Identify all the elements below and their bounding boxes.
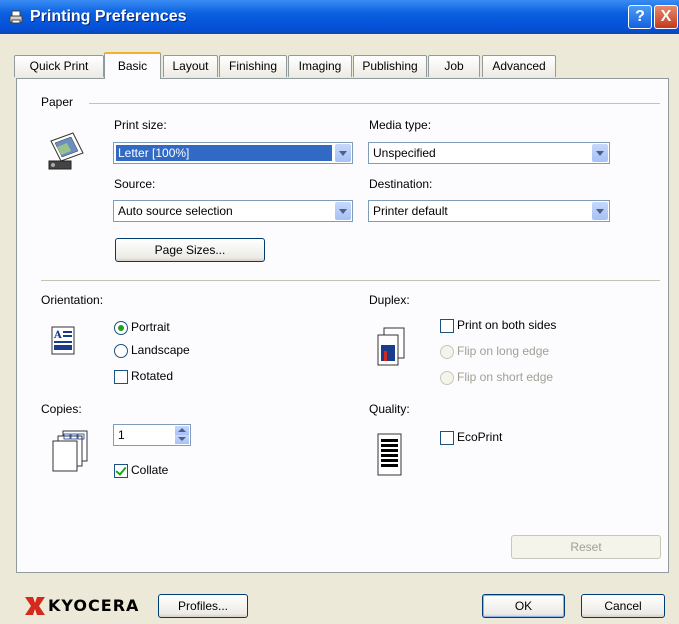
flip-short-edge-label[interactable]: Flip on short edge xyxy=(457,370,553,384)
copies-group-label: Copies: xyxy=(41,402,82,416)
media-type-value: Unspecified xyxy=(373,146,436,160)
copies-value[interactable]: 1 xyxy=(118,428,125,442)
tab-publishing[interactable]: Publishing xyxy=(353,55,427,77)
printing-preferences-dialog: Printing Preferences ? X Quick Print Bas… xyxy=(0,0,679,624)
collate-label[interactable]: Collate xyxy=(131,463,168,477)
tab-basic[interactable]: Basic xyxy=(104,52,161,79)
ecoprint-label[interactable]: EcoPrint xyxy=(457,430,502,444)
duplex-group-label: Duplex: xyxy=(369,293,410,307)
rotated-checkbox[interactable] xyxy=(114,370,128,384)
ecoprint-checkbox[interactable] xyxy=(440,431,454,445)
page-sizes-button[interactable]: Page Sizes... xyxy=(115,238,265,262)
reset-button[interactable]: Reset xyxy=(511,535,661,559)
spin-up-icon[interactable] xyxy=(175,426,189,435)
tab-finishing[interactable]: Finishing xyxy=(219,55,287,77)
chevron-down-icon[interactable] xyxy=(592,202,608,220)
portrait-radio[interactable] xyxy=(114,321,128,335)
kyocera-logo-icon xyxy=(25,597,45,615)
destination-value: Printer default xyxy=(373,204,448,218)
help-button[interactable]: ? xyxy=(628,5,652,29)
source-dropdown[interactable]: Auto source selection xyxy=(113,200,353,222)
landscape-radio[interactable] xyxy=(114,344,128,358)
paper-group-label: Paper xyxy=(41,95,74,109)
printer-icon xyxy=(9,10,23,24)
duplex-icon xyxy=(377,327,405,366)
window-title: Printing Preferences xyxy=(30,8,187,25)
quality-group-label: Quality: xyxy=(369,402,410,416)
spin-down-icon[interactable] xyxy=(175,435,189,444)
print-size-value: Letter [100%] xyxy=(116,145,332,161)
collate-checkbox[interactable] xyxy=(114,464,128,478)
print-both-sides-checkbox[interactable] xyxy=(440,319,454,333)
destination-dropdown[interactable]: Printer default xyxy=(368,200,610,222)
svg-text:A: A xyxy=(53,330,62,341)
landscape-label[interactable]: Landscape xyxy=(131,343,190,357)
ok-button[interactable]: OK xyxy=(482,594,565,618)
chevron-down-icon[interactable] xyxy=(335,144,351,162)
paper-icon xyxy=(48,132,84,170)
cancel-button[interactable]: Cancel xyxy=(581,594,665,618)
flip-short-edge-radio[interactable] xyxy=(440,371,454,385)
print-both-sides-label[interactable]: Print on both sides xyxy=(457,318,556,332)
paper-separator xyxy=(89,103,660,104)
tab-advanced[interactable]: Advanced xyxy=(482,55,556,77)
copies-spinbox[interactable]: 1 xyxy=(113,424,191,446)
rotated-label[interactable]: Rotated xyxy=(131,369,173,383)
section-separator xyxy=(41,280,660,281)
tab-layout[interactable]: Layout xyxy=(163,55,218,77)
title-bar[interactable]: Printing Preferences ? X xyxy=(0,0,679,34)
media-type-label: Media type: xyxy=(369,118,432,132)
portrait-page-icon: A xyxy=(51,326,75,355)
print-size-dropdown[interactable]: Letter [100%] xyxy=(113,142,353,164)
orientation-group-label: Orientation: xyxy=(41,293,104,307)
chevron-down-icon[interactable] xyxy=(335,202,351,220)
dialog-footer: KYOCERA Profiles... OK Cancel xyxy=(0,580,679,624)
close-button[interactable]: X xyxy=(654,5,678,29)
quality-page-icon xyxy=(377,433,402,476)
source-label: Source: xyxy=(114,177,156,191)
media-type-dropdown[interactable]: Unspecified xyxy=(368,142,610,164)
portrait-label[interactable]: Portrait xyxy=(131,320,170,334)
tab-job[interactable]: Job xyxy=(428,55,480,77)
kyocera-brand: KYOCERA xyxy=(48,596,140,615)
basic-tab-panel: Paper Print size: Letter [100%] Source: … xyxy=(16,78,669,573)
profiles-button[interactable]: Profiles... xyxy=(158,594,248,618)
destination-label: Destination: xyxy=(369,177,433,191)
tab-imaging[interactable]: Imaging xyxy=(288,55,352,77)
tab-quick-print[interactable]: Quick Print xyxy=(14,55,104,77)
chevron-down-icon[interactable] xyxy=(592,144,608,162)
flip-long-edge-label[interactable]: Flip on long edge xyxy=(457,344,549,358)
source-value: Auto source selection xyxy=(118,204,233,218)
print-size-label: Print size: xyxy=(114,118,167,132)
flip-long-edge-radio[interactable] xyxy=(440,345,454,359)
copies-icon xyxy=(52,430,88,472)
